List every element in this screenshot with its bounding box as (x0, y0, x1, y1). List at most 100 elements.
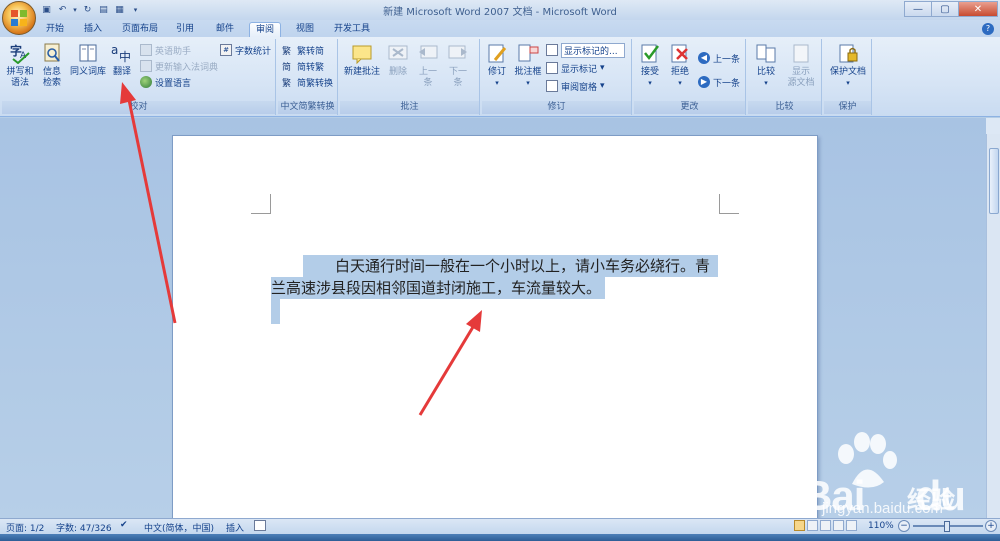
group-protect: 保护文档 ▾ 保护 (824, 39, 872, 115)
group-chinese-label: 中文简繁转换 (278, 101, 337, 114)
review-pane-button[interactable]: 审阅窗格 ▾ (546, 79, 605, 93)
document-page[interactable]: 白天通行时间一般在一个小时以上，请小车务必绕行。青 兰高速涉县段因相邻国道封闭施… (172, 135, 818, 525)
globe-icon (140, 76, 152, 88)
selected-paragraph-mark (271, 299, 280, 324)
show-markup-label: 显示标记 (561, 64, 598, 75)
next-change-button[interactable]: ▶ 下一条 (698, 75, 740, 89)
tab-references[interactable]: 引用 (170, 22, 200, 37)
previous-change-button[interactable]: ◀ 上一条 (698, 51, 740, 65)
proofing-status-icon[interactable]: ✔ (120, 520, 128, 530)
set-language-button[interactable]: 设置语言 (140, 75, 191, 89)
group-chinese-conversion: 繁繁转简 简简转繁 繁简繁转换 中文简繁转换 (278, 39, 338, 115)
crop-mark-top-right (719, 194, 739, 214)
next-change-icon: ▶ (698, 76, 710, 88)
to-traditional-icon: 简 (282, 63, 292, 73)
help-icon[interactable]: ? (982, 23, 994, 35)
spelling-grammar-button[interactable]: 字A 拼写和 语法 (4, 41, 36, 89)
tab-page-layout[interactable]: 页面布局 (118, 22, 162, 37)
compare-button[interactable]: 比较 ▾ (752, 41, 780, 89)
ribbon-tabs: 开始 插入 页面布局 引用 邮件 审阅 视图 开发工具 ? (0, 20, 1000, 37)
spelling-icon: 字A (8, 41, 32, 65)
translate-tip-button[interactable]: 英语助手 (140, 43, 191, 57)
vertical-scrollbar[interactable] (986, 134, 1000, 518)
prev-comment-button[interactable]: 上一 条 (414, 41, 442, 89)
thesaurus-icon (76, 41, 100, 65)
group-compare: 比较 ▾ 显示 源文档 比较 (748, 39, 822, 115)
show-markup-button[interactable]: 显示标记 ▾ (546, 61, 605, 75)
display-icon (546, 44, 558, 56)
display-for-review-select[interactable]: 显示标记的... (546, 42, 625, 58)
group-changes: 接受 ▾ 拒绝 ▾ ◀ 上一条 ▶ 下一条 更改 (634, 39, 746, 115)
balloons-button[interactable]: 批注框 ▾ (512, 41, 544, 89)
tab-insert[interactable]: 插入 (78, 22, 108, 37)
word-count-button[interactable]: # 字数统计 (220, 43, 271, 57)
next-comment-icon (446, 41, 470, 65)
accept-button[interactable]: 接受 ▾ (636, 41, 664, 89)
insert-mode-status[interactable]: 插入 (226, 521, 244, 534)
delete-comment-button[interactable]: 删除 (384, 41, 412, 78)
document-line-2[interactable]: 兰高速涉县段因相邻国道封闭施工，车流量较大。 (271, 277, 606, 299)
previous-change-label: 上一条 (713, 54, 741, 65)
track-changes-button[interactable]: 修订 ▾ (484, 41, 510, 89)
research-button[interactable]: 信息 检索 (38, 41, 66, 89)
group-comments-label: 批注 (340, 101, 479, 114)
page-count[interactable]: 页面: 1/2 (6, 521, 44, 534)
convert-button[interactable]: 繁简繁转换 (282, 75, 333, 90)
show-source-button[interactable]: 显示 源文档 (784, 41, 818, 89)
document-line-1[interactable]: 白天通行时间一般在一个小时以上，请小车务必绕行。青 (303, 255, 719, 277)
zoom-in-icon[interactable]: + (985, 520, 997, 532)
tab-review[interactable]: 审阅 (249, 22, 281, 37)
balloons-dropdown-icon: ▾ (526, 79, 530, 87)
group-proofing-label: 校对 (2, 101, 275, 114)
display-select-value: 显示标记的... (561, 42, 625, 58)
group-tracking-label: 修订 (482, 101, 631, 114)
reject-icon (668, 41, 692, 65)
next-change-label: 下一条 (713, 78, 741, 89)
spelling-label: 拼写和 语法 (6, 67, 34, 88)
tab-home[interactable]: 开始 (40, 22, 70, 37)
accept-label: 接受 (640, 67, 659, 77)
macro-record-icon[interactable] (254, 520, 266, 531)
delete-comment-label: 删除 (388, 67, 407, 77)
balloons-icon (516, 41, 540, 65)
thesaurus-button[interactable]: 同义词库 (68, 41, 108, 78)
show-markup-icon (546, 62, 558, 74)
maximize-button[interactable]: ▢ (931, 1, 959, 17)
new-comment-button[interactable]: 新建批注 (342, 41, 382, 78)
group-comments: 新建批注 删除 上一 条 下一 条 批注 (340, 39, 480, 115)
review-pane-dropdown-icon: ▾ (600, 81, 605, 91)
close-button[interactable]: ✕ (958, 1, 998, 17)
to-simplified-button[interactable]: 繁繁转简 (282, 43, 324, 58)
document-line-1-text: 白天通行时间一般在一个小时以上，请小车务必绕行。青 (335, 257, 711, 275)
scrollbar-thumb[interactable] (989, 148, 999, 214)
next-comment-button[interactable]: 下一 条 (444, 41, 472, 89)
group-protect-label: 保护 (824, 101, 871, 114)
tab-view[interactable]: 视图 (290, 22, 320, 37)
reject-label: 拒绝 (670, 67, 689, 77)
balloons-label: 批注框 (514, 67, 542, 77)
tab-mailings[interactable]: 邮件 (210, 22, 240, 37)
update-ime-button[interactable]: 更新输入法词典 (140, 59, 218, 73)
word-count-label: 字数统计 (235, 46, 272, 57)
minimize-button[interactable]: — (904, 1, 932, 17)
protect-document-label: 保护文档 (829, 67, 866, 77)
to-simplified-icon: 繁 (282, 47, 292, 57)
zoom-slider-thumb[interactable] (944, 521, 950, 532)
protect-dropdown-icon: ▾ (846, 79, 850, 87)
reject-button[interactable]: 拒绝 ▾ (666, 41, 694, 89)
tab-developer[interactable]: 开发工具 (330, 22, 374, 37)
protect-document-button[interactable]: 保护文档 ▾ (826, 41, 870, 89)
translate-button[interactable]: a中 翻译 (110, 41, 134, 78)
office-button[interactable] (2, 1, 36, 35)
title-bar: ▣ ↶ ▾ ↻ ▤ ▦ ▾ 新建 Microsoft Word 2007 文档 … (0, 0, 1000, 20)
to-traditional-button[interactable]: 简简转繁 (282, 59, 324, 74)
group-changes-label: 更改 (634, 101, 745, 114)
prev-comment-icon (416, 41, 440, 65)
zoom-level[interactable]: 110% (868, 521, 894, 531)
ribbon: 字A 拼写和 语法 信息 检索 同义词库 a中 翻译 英语助手 更新输入法词典 … (0, 37, 1000, 117)
view-ruler-icon[interactable] (986, 118, 1000, 134)
document-line-2-text: 兰高速涉县段因相邻国道封闭施工，车流量较大。 (271, 279, 602, 297)
watermark-url: jingyan.baidu.com (822, 500, 943, 517)
language-status[interactable]: 中文(简体，中国) (144, 521, 214, 534)
word-count-status[interactable]: 字数: 47/326 (56, 521, 112, 534)
